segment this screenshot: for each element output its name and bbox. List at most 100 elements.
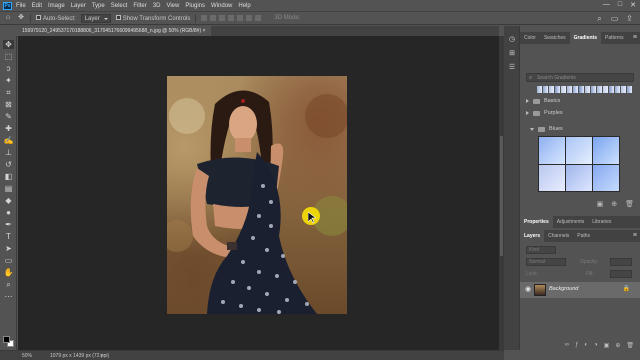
gradient-swatch[interactable] xyxy=(603,86,608,93)
menu-3d[interactable]: 3D xyxy=(153,3,161,9)
minimize-button[interactable]: — xyxy=(603,1,610,9)
gradient-tool-icon[interactable]: ▤ xyxy=(3,184,14,193)
history-icon[interactable]: ◷ xyxy=(508,36,516,44)
eraser-tool-icon[interactable]: ◧ xyxy=(3,172,14,181)
menu-filter[interactable]: Filter xyxy=(133,3,146,9)
align-top-icon[interactable] xyxy=(228,15,235,21)
align-middle-icon[interactable] xyxy=(237,15,244,21)
foreground-color-swatch[interactable] xyxy=(3,336,10,343)
tab-layers[interactable]: Layers xyxy=(520,230,545,242)
move-tool-icon[interactable]: ✥ xyxy=(3,40,14,49)
gradient-swatch[interactable] xyxy=(597,86,602,93)
gradient-group-blues[interactable]: Blues xyxy=(530,124,563,134)
blend-mode-dropdown[interactable]: Normal xyxy=(526,258,566,266)
gradient-preset[interactable] xyxy=(566,164,592,191)
gradient-swatch[interactable] xyxy=(555,86,560,93)
pen-tool-icon[interactable]: ✒ xyxy=(3,220,14,229)
quick-select-tool-icon[interactable]: ✦ xyxy=(3,76,14,85)
clone-stamp-tool-icon[interactable]: ⊥ xyxy=(3,148,14,157)
menu-image[interactable]: Image xyxy=(48,3,65,9)
document-tab[interactable]: 159979120_249537170188806_31704517660994… xyxy=(19,26,212,36)
gradient-preset[interactable] xyxy=(593,164,619,191)
tab-color[interactable]: Color xyxy=(520,32,540,44)
eyedropper-tool-icon[interactable]: ✎ xyxy=(3,112,14,121)
more-tools-icon[interactable]: ⋯ xyxy=(3,292,14,301)
gradient-preset[interactable] xyxy=(539,137,565,164)
history-brush-tool-icon[interactable]: ↺ xyxy=(3,160,14,169)
gradient-preset[interactable] xyxy=(539,164,565,191)
close-tab-icon[interactable]: × xyxy=(203,28,206,34)
close-button[interactable]: ✕ xyxy=(630,1,636,9)
tab-patterns[interactable]: Patterns xyxy=(601,32,628,44)
lock-icon[interactable]: 🔒 xyxy=(623,285,630,292)
panel-menu-icon[interactable]: ≡ xyxy=(633,32,637,44)
chevron-right-icon[interactable] xyxy=(526,99,529,103)
more-options-icon[interactable] xyxy=(255,15,262,21)
gradient-swatch[interactable] xyxy=(561,86,566,93)
tab-gradients[interactable]: Gradients xyxy=(569,32,601,44)
scrollbar-thumb[interactable] xyxy=(500,136,503,256)
gradient-swatch[interactable] xyxy=(585,86,590,93)
eye-icon[interactable]: ◉ xyxy=(525,286,531,294)
menu-help[interactable]: Help xyxy=(238,3,250,9)
dodge-tool-icon[interactable]: ● xyxy=(3,208,14,217)
layer-row-background[interactable]: ◉ Background 🔒 xyxy=(520,282,640,298)
align-right-icon[interactable] xyxy=(219,15,226,21)
frame-tool-icon[interactable]: ⊠ xyxy=(3,100,14,109)
gradient-group-basics[interactable]: Basics xyxy=(526,96,560,106)
adjust-icon[interactable]: ☰ xyxy=(508,64,516,72)
new-gradient-icon[interactable]: ⊕ xyxy=(611,200,617,208)
align-bottom-icon[interactable] xyxy=(246,15,253,21)
trash-icon[interactable]: 🗑 xyxy=(626,342,634,349)
menu-select[interactable]: Select xyxy=(111,3,128,9)
gradient-swatch[interactable] xyxy=(591,86,596,93)
gradient-swatch[interactable] xyxy=(621,86,626,93)
hand-tool-icon[interactable]: ✋ xyxy=(3,268,14,277)
chevron-right-icon[interactable] xyxy=(526,111,529,115)
marquee-tool-icon[interactable]: ⬚ xyxy=(3,52,14,61)
new-group-icon[interactable]: ▣ xyxy=(597,200,604,208)
new-group-icon[interactable]: ▣ xyxy=(604,342,610,349)
trash-icon[interactable]: 🗑 xyxy=(625,200,634,208)
zoom-level[interactable]: 50% xyxy=(22,351,32,360)
maximize-button[interactable]: □ xyxy=(618,1,622,9)
gradient-swatch[interactable] xyxy=(573,86,578,93)
gradient-swatch[interactable] xyxy=(567,86,572,93)
share-icon[interactable]: ⇪ xyxy=(625,14,634,23)
healing-brush-tool-icon[interactable]: ✚ xyxy=(3,124,14,133)
tab-swatches[interactable]: Swatches xyxy=(540,32,570,44)
crop-tool-icon[interactable]: ⌗ xyxy=(3,88,14,97)
brush-tool-icon[interactable]: ✍ xyxy=(3,136,14,145)
workspace-icon[interactable]: ▭ xyxy=(610,14,619,23)
gradient-swatch[interactable] xyxy=(543,86,548,93)
gradient-swatch[interactable] xyxy=(615,86,620,93)
menu-type[interactable]: Type xyxy=(92,3,105,9)
gradient-preset[interactable] xyxy=(593,137,619,164)
mask-icon[interactable]: ◐ xyxy=(584,342,588,348)
new-layer-icon[interactable]: ⊕ xyxy=(615,342,620,349)
gradient-swatch[interactable] xyxy=(627,86,632,93)
gradient-swatch[interactable] xyxy=(537,86,542,93)
tab-channels[interactable]: Channels xyxy=(544,230,573,242)
align-left-icon[interactable] xyxy=(201,15,208,21)
tab-libraries[interactable]: Libraries xyxy=(588,216,615,228)
gradient-swatch[interactable] xyxy=(549,86,554,93)
type-tool-icon[interactable]: T xyxy=(3,232,14,241)
gradient-search-input[interactable]: ⌕ Search Gradients xyxy=(526,73,634,82)
foreground-background-colors[interactable] xyxy=(3,336,14,347)
blur-tool-icon[interactable]: ◆ xyxy=(3,196,14,205)
search-icon[interactable]: ⌕ xyxy=(595,14,604,23)
zoom-tool-icon[interactable]: ⌕ xyxy=(3,280,14,289)
gradient-swatch[interactable] xyxy=(609,86,614,93)
adjustment-layer-icon[interactable]: ◑ xyxy=(594,342,598,348)
shape-tool-icon[interactable]: ▭ xyxy=(3,256,14,265)
align-center-icon[interactable] xyxy=(210,15,217,21)
document-image[interactable] xyxy=(167,76,347,314)
gradient-preset[interactable] xyxy=(566,137,592,164)
auto-select-dropdown[interactable]: Layer xyxy=(80,13,111,23)
show-transform-checkbox[interactable]: Show Transform Controls xyxy=(115,14,190,22)
menu-view[interactable]: View xyxy=(166,3,179,9)
status-menu-arrow[interactable]: > xyxy=(100,351,103,360)
menu-layer[interactable]: Layer xyxy=(71,3,86,9)
gradient-swatch[interactable] xyxy=(579,86,584,93)
